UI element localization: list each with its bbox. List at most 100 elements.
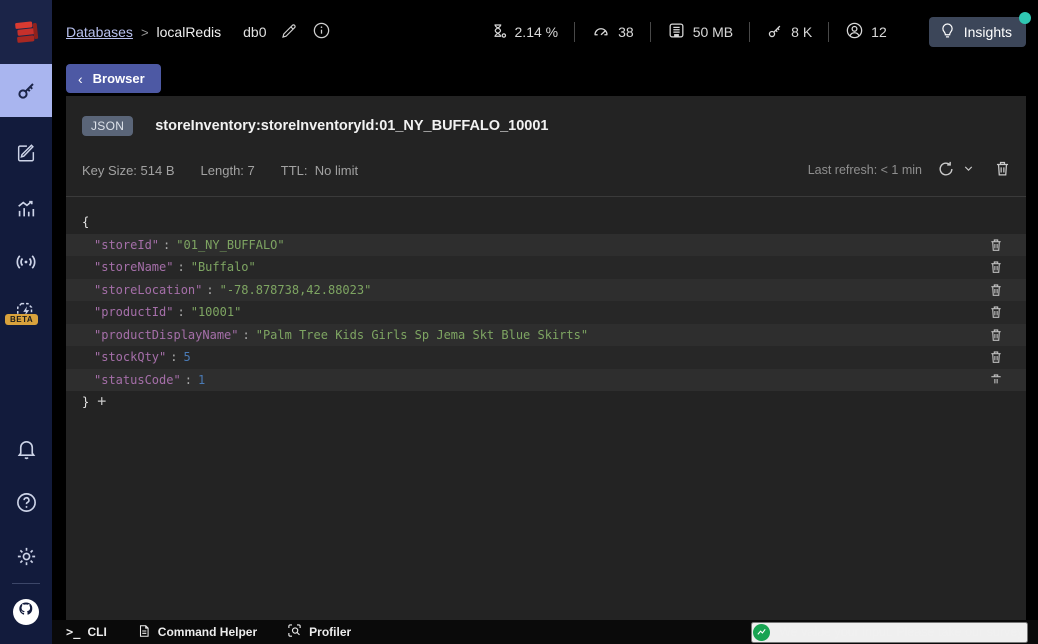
key-length: Length: 7 bbox=[200, 162, 255, 178]
stat-commands-value: 38 bbox=[618, 24, 634, 40]
redis-logo-icon bbox=[15, 21, 39, 43]
terminal-icon: >_ bbox=[66, 625, 81, 639]
json-value[interactable]: "01_NY_BUFFALO" bbox=[176, 238, 284, 252]
row-delete-button[interactable] bbox=[988, 349, 1004, 368]
row-delete-button[interactable] bbox=[988, 237, 1004, 256]
key-ttl[interactable]: TTL: No limit bbox=[281, 163, 358, 178]
commands-per-sec-icon bbox=[591, 22, 611, 43]
profiler-toggle[interactable]: Profiler bbox=[287, 623, 351, 641]
survey-link[interactable]: We value your input. Please take our sur… bbox=[751, 621, 1028, 643]
sidebar-item-help[interactable] bbox=[0, 480, 52, 524]
panel-divider bbox=[66, 196, 1026, 197]
sidebar-item-github[interactable] bbox=[13, 599, 39, 625]
key-actions: Last refresh: < 1 min bbox=[808, 159, 1012, 182]
json-value[interactable]: "-78.878738,42.88023" bbox=[220, 283, 372, 297]
json-row-productId: "productId": "10001" bbox=[66, 301, 1026, 324]
survey-icon bbox=[753, 623, 771, 641]
sidebar-item-notifications[interactable] bbox=[0, 426, 52, 470]
breadcrumb-databases-link[interactable]: Databases bbox=[66, 24, 133, 40]
browser-button-label: Browser bbox=[92, 71, 145, 86]
json-value[interactable]: "10001" bbox=[191, 305, 242, 319]
survey-text: We value your input. Please take our sur… bbox=[779, 625, 1026, 639]
insights-label: Insights bbox=[963, 24, 1012, 40]
stat-commands: 38 bbox=[575, 22, 650, 43]
json-value[interactable]: 1 bbox=[198, 373, 205, 387]
json-open-line: { bbox=[82, 215, 90, 229]
sidebar-item-browser[interactable] bbox=[0, 64, 52, 117]
edit-db-alias-button[interactable] bbox=[280, 22, 298, 43]
stat-clients: 12 bbox=[829, 21, 903, 43]
gear-icon bbox=[15, 545, 38, 568]
total-memory-icon bbox=[667, 21, 686, 43]
json-row-productDisplayName: "productDisplayName": "Palm Tree Kids Gir… bbox=[66, 323, 1026, 346]
sidebar-item-analytics[interactable] bbox=[0, 187, 52, 231]
redis-logo[interactable] bbox=[0, 0, 52, 64]
stat-memory: 50 MB bbox=[651, 21, 749, 43]
breadcrumb-db-name: localRedis bbox=[156, 24, 222, 40]
json-row-storeLocation: "storeLocation": "-78.878738,42.88023" bbox=[66, 278, 1026, 301]
json-value[interactable]: "Buffalo" bbox=[191, 260, 256, 274]
json-close-line: } + bbox=[82, 392, 107, 410]
topbar: Databases > localRedis db0 2.14 % 38 50 … bbox=[52, 0, 1038, 64]
redisinsight-app: BETA Databases > localRedis db0 2.14 % 3… bbox=[0, 0, 1038, 644]
sidebar: BETA bbox=[0, 0, 52, 644]
chevron-down-icon bbox=[962, 162, 975, 178]
profiler-icon bbox=[287, 623, 302, 641]
github-icon bbox=[16, 600, 36, 625]
json-row-storeName: "storeName": "Buffalo" bbox=[66, 256, 1026, 279]
db-index: db0 bbox=[243, 24, 267, 40]
key-size: Key Size: 514 B bbox=[82, 162, 175, 178]
breadcrumb-separator: > bbox=[140, 24, 149, 40]
delete-key-button[interactable] bbox=[993, 159, 1012, 181]
json-key[interactable]: "storeLocation" bbox=[94, 283, 202, 297]
stat-keys-value: 8 K bbox=[791, 24, 813, 40]
row-delete-button[interactable] bbox=[988, 282, 1004, 301]
sidebar-item-settings[interactable] bbox=[0, 534, 52, 578]
refresh-key-button[interactable] bbox=[936, 159, 956, 182]
cpu-usage-icon bbox=[490, 22, 508, 43]
row-delete-button[interactable] bbox=[988, 304, 1004, 323]
stat-cpu: 2.14 % bbox=[474, 22, 575, 43]
key-name[interactable]: storeInventory:storeInventoryId:01_NY_BU… bbox=[155, 118, 548, 134]
key-type-badge: JSON bbox=[82, 116, 134, 136]
bottombar: >_ CLI Command Helper Profiler We value … bbox=[52, 620, 1038, 644]
json-key[interactable]: "productDisplayName" bbox=[94, 328, 239, 342]
stat-memory-value: 50 MB bbox=[692, 24, 734, 40]
info-icon bbox=[312, 21, 331, 43]
sidebar-item-triggers[interactable] bbox=[0, 289, 52, 333]
json-key[interactable]: "statusCode" bbox=[94, 373, 181, 387]
row-delete-button[interactable] bbox=[988, 327, 1004, 346]
profiler-label: Profiler bbox=[309, 625, 352, 639]
bell-icon bbox=[15, 437, 38, 460]
back-to-browser-button[interactable]: ‹ Browser bbox=[66, 64, 161, 93]
key-header: JSON storeInventory:storeInventoryId:01_… bbox=[66, 96, 1026, 136]
command-helper-toggle[interactable]: Command Helper bbox=[137, 624, 257, 641]
auto-refresh-dropdown[interactable] bbox=[962, 162, 975, 178]
json-key[interactable]: "storeId" bbox=[94, 238, 159, 252]
json-key[interactable]: "storeName" bbox=[94, 260, 173, 274]
json-key[interactable]: "stockQty" bbox=[94, 350, 166, 364]
cli-toggle[interactable]: >_ CLI bbox=[66, 625, 107, 639]
stat-keys: 8 K bbox=[750, 22, 828, 43]
add-field-button[interactable]: + bbox=[97, 392, 106, 410]
db-info-button[interactable] bbox=[312, 21, 331, 43]
json-row-storeId: "storeId": "01_NY_BUFFALO" bbox=[66, 233, 1026, 256]
db-stats: 2.14 % 38 50 MB 8 K 12 bbox=[474, 21, 903, 43]
row-delete-button[interactable] bbox=[988, 372, 1004, 391]
help-icon bbox=[15, 491, 38, 514]
json-value[interactable]: "Palm Tree Kids Girls Sp Jema Skt Blue S… bbox=[256, 328, 588, 342]
json-key[interactable]: "productId" bbox=[94, 305, 173, 319]
insights-button[interactable]: Insights bbox=[928, 12, 1031, 47]
sidebar-divider bbox=[12, 583, 40, 584]
row-delete-button[interactable] bbox=[988, 259, 1004, 278]
sidebar-item-workbench[interactable] bbox=[0, 131, 52, 175]
sidebar-item-pubsub[interactable] bbox=[0, 240, 52, 284]
key-meta-row: Key Size: 514 B Length: 7 TTL: No limit … bbox=[66, 156, 1026, 184]
json-value[interactable]: 5 bbox=[183, 350, 190, 364]
pencil-icon bbox=[280, 22, 298, 43]
pubsub-icon bbox=[14, 250, 38, 274]
beta-badge: BETA bbox=[5, 314, 39, 325]
json-viewer: { "storeId": "01_NY_BUFFALO" "storeName":… bbox=[66, 211, 1026, 414]
json-row-stockQty: "stockQty":5 bbox=[66, 346, 1026, 369]
connected-clients-icon bbox=[845, 21, 864, 43]
